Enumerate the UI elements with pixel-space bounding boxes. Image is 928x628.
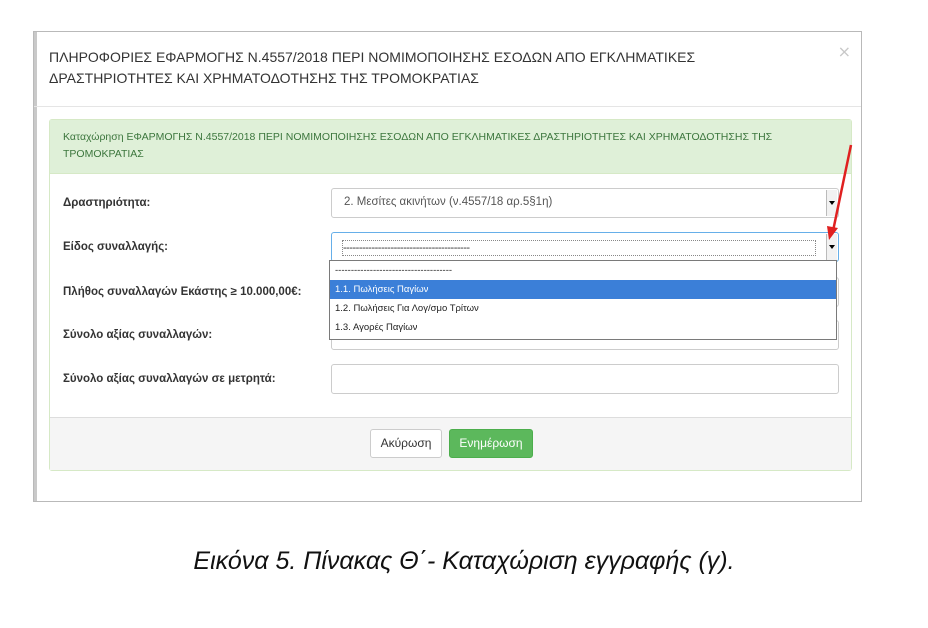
- activity-label: Δραστηριότητα:: [63, 197, 151, 209]
- transaction-type-value: ----------------------------------------: [343, 242, 470, 254]
- activity-select-value: 2. Μεσίτες ακινήτων (ν.4557/18 αρ.5§1η): [344, 196, 553, 208]
- panel-heading: Καταχώρηση ΕΦΑΡΜΟΓΗΣ Ν.4557/2018 ΠΕΡΙ ΝΟ…: [50, 120, 851, 174]
- chevron-down-icon[interactable]: [826, 234, 837, 260]
- transaction-type-select[interactable]: ----------------------------------------: [331, 232, 839, 262]
- activity-select[interactable]: 2. Μεσίτες ακινήτων (ν.4557/18 αρ.5§1η): [331, 188, 839, 218]
- transaction-type-dropdown: ------------------------------------- 1.…: [329, 260, 837, 340]
- modal-header: ΠΛΗΡΟΦΟΡΙΕΣ ΕΦΑΡΜΟΓΗΣ Ν.4557/2018 ΠΕΡΙ Ν…: [34, 32, 861, 107]
- dropdown-option[interactable]: 1.3. Αγορές Παγίων: [330, 318, 836, 337]
- transaction-total-label: Σύνολο αξίας συναλλαγών:: [63, 329, 213, 341]
- transaction-type-label: Είδος συναλλαγής:: [63, 241, 169, 253]
- modal-title: ΠΛΗΡΟΦΟΡΙΕΣ ΕΦΑΡΜΟΓΗΣ Ν.4557/2018 ΠΕΡΙ Ν…: [49, 49, 696, 86]
- cash-total-input[interactable]: [331, 364, 839, 394]
- cancel-button[interactable]: Ακύρωση: [370, 429, 442, 458]
- dropdown-option-highlighted[interactable]: 1.1. Πωλήσεις Παγίων: [330, 280, 836, 299]
- cash-total-label: Σύνολο αξίας συναλλαγών σε μετρητά:: [63, 373, 276, 385]
- dropdown-option[interactable]: 1.2. Πωλήσεις Για Λογ/σμο Τρίτων: [330, 299, 836, 318]
- close-icon[interactable]: ×: [838, 42, 851, 61]
- figure-caption: Εικόνα 5. Πίνακας Θ΄- Καταχώριση εγγραφή…: [193, 547, 735, 575]
- focus-ring: ----------------------------------------: [342, 240, 816, 256]
- dropdown-option[interactable]: -------------------------------------: [330, 261, 836, 280]
- chevron-down-icon[interactable]: [826, 190, 837, 216]
- update-button[interactable]: Ενημέρωση: [449, 429, 533, 458]
- panel-heading-text: Καταχώρηση ΕΦΑΡΜΟΓΗΣ Ν.4557/2018 ΠΕΡΙ ΝΟ…: [63, 131, 773, 160]
- panel-footer: Ακύρωση Ενημέρωση: [50, 417, 851, 470]
- transaction-count-label: Πλήθος συναλλαγών Εκάστης ≥ 10.000,00€:: [63, 286, 302, 298]
